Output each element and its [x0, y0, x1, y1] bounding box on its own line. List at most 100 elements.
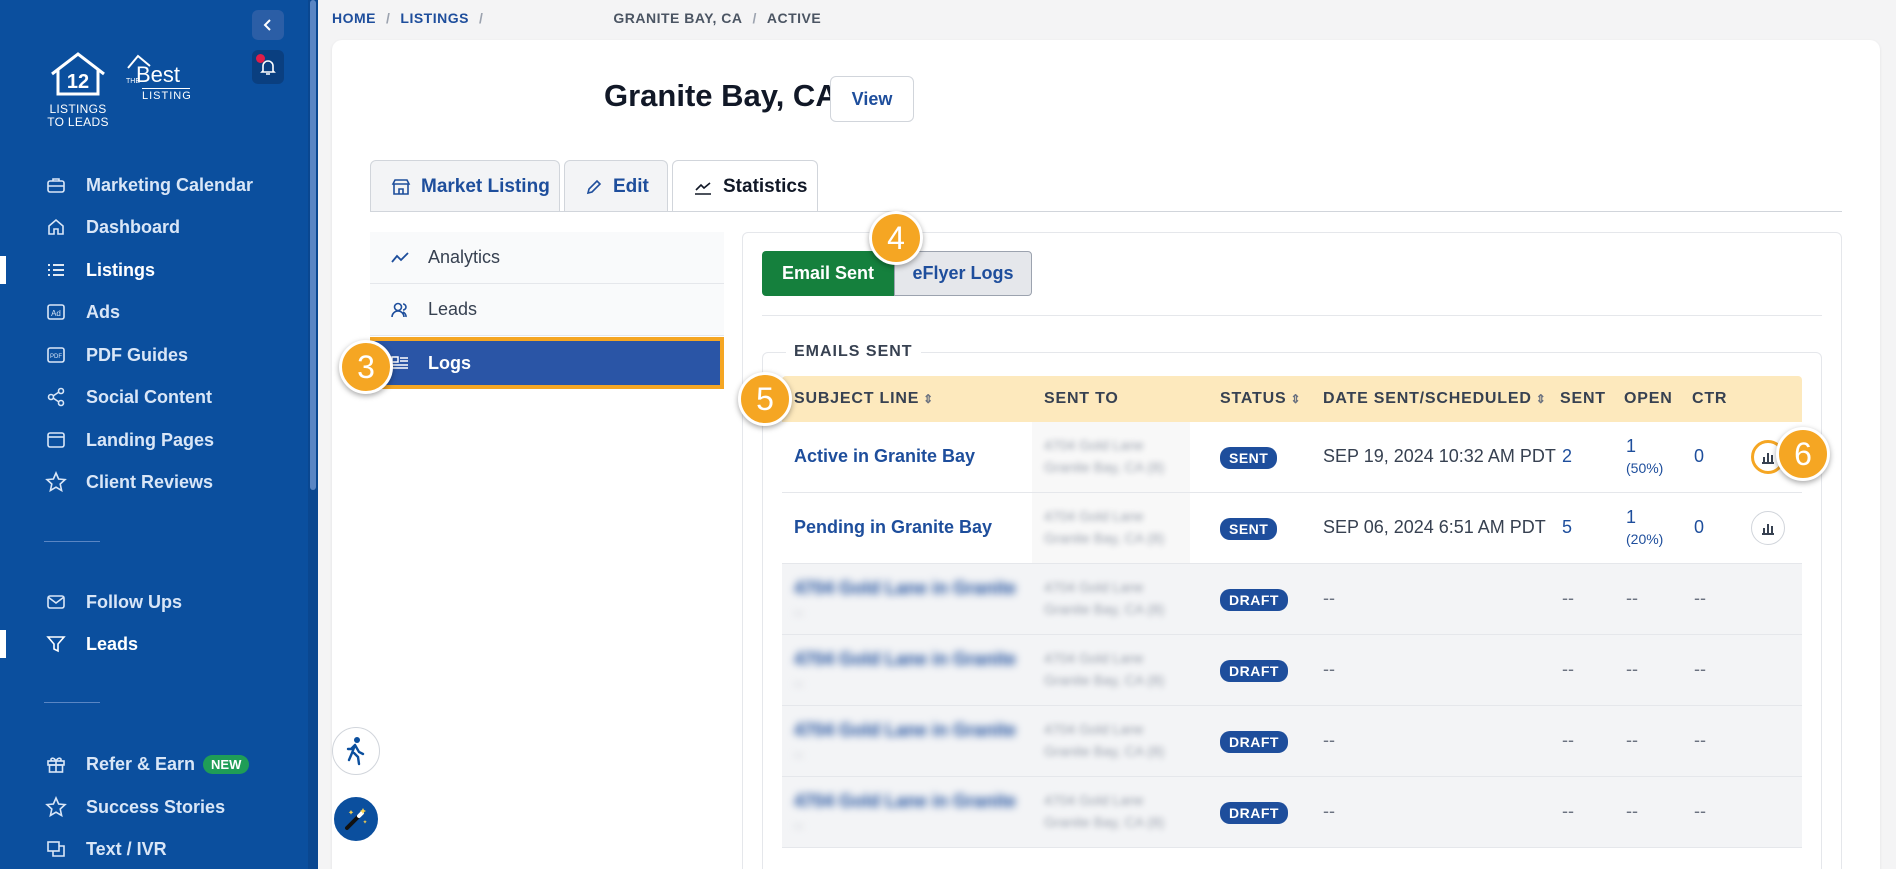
sidebar-item-success-stories[interactable]: Success Stories	[0, 789, 308, 825]
sent-to: 4704 Gold Lane Granite Bay, CA (8)	[1044, 579, 1165, 617]
sent-count: --	[1562, 659, 1574, 679]
view-button[interactable]: View	[830, 76, 914, 122]
sidebar-item-label: Landing Pages	[86, 429, 215, 450]
sidebar-item-social-content[interactable]: Social Content	[0, 379, 308, 415]
subject-link[interactable]: Active in Granite Bay	[794, 446, 975, 467]
table-row: 4704 Gold Lane in Granite -- 4704 Gold L…	[782, 635, 1802, 706]
step-marker-5: 5	[738, 372, 792, 426]
open-percent: (50%)	[1626, 460, 1664, 476]
users-icon	[390, 300, 410, 320]
subnav-analytics[interactable]: Analytics	[370, 232, 724, 284]
home-icon	[44, 215, 68, 239]
email-sent-button[interactable]: Email Sent	[762, 251, 894, 296]
gift-icon	[44, 752, 68, 776]
subject-link[interactable]: 4704 Gold Lane in Granite	[794, 791, 1016, 812]
subnav-leads[interactable]: Leads	[370, 284, 724, 336]
sidebar-item-label: Leads	[86, 633, 139, 654]
sidebar-item-marketing-calendar[interactable]: Marketing Calendar	[0, 167, 308, 203]
breadcrumb-listings[interactable]: LISTINGS	[400, 10, 469, 26]
step-marker-6: 6	[1776, 427, 1830, 481]
sidebar-item-client-reviews[interactable]: Client Reviews	[0, 464, 308, 500]
subject-subline: --	[794, 746, 804, 762]
house-logo-icon: 12	[51, 52, 105, 96]
sidebar-item-follow-ups[interactable]: Follow Ups	[0, 584, 308, 620]
share-icon	[44, 385, 68, 409]
breadcrumb-status: ACTIVE	[766, 10, 822, 26]
filter-icon	[44, 632, 68, 656]
chat-icon	[44, 837, 68, 861]
step-marker-3: 3	[339, 340, 393, 394]
accessibility-button[interactable]	[332, 727, 380, 775]
breadcrumb-spacer	[493, 10, 613, 26]
sidebar-item-pdf-guides[interactable]: PDF PDF Guides	[0, 337, 308, 373]
table-row: Pending in Granite Bay 4704 Gold Lane Gra…	[782, 493, 1802, 564]
listings-to-leads-logo[interactable]: 12 LISTINGS TO LEADS	[42, 50, 114, 129]
sidebar-item-ads[interactable]: Ad Ads	[0, 294, 308, 330]
sidebar-item-text-ivr[interactable]: Text / IVR	[0, 831, 308, 867]
sidebar-item-listings[interactable]: Listings	[0, 252, 308, 288]
ctr-value: 0	[1694, 446, 1705, 466]
col-sent: SENT	[1560, 390, 1606, 407]
breadcrumb-separator: /	[386, 10, 391, 26]
open-count: 1	[1626, 507, 1637, 527]
sidebar-item-leads[interactable]: Leads	[0, 626, 308, 662]
walking-person-icon	[346, 737, 365, 766]
col-status[interactable]: STATUS ⇕	[1220, 390, 1301, 408]
sidebar-item-landing-pages[interactable]: Landing Pages	[0, 422, 308, 458]
ctr-value: --	[1694, 801, 1706, 821]
sent-count: 2	[1562, 446, 1573, 466]
svg-text:PDF: PDF	[50, 354, 62, 360]
sent-to: 4704 Gold Lane Granite Bay, CA (8)	[1044, 437, 1165, 475]
magic-assist-button[interactable]	[332, 795, 380, 843]
ctr-value: --	[1694, 588, 1706, 608]
store-icon	[391, 177, 411, 197]
scrollbar-thumb[interactable]	[310, 0, 316, 490]
breadcrumb-separator: /	[478, 10, 484, 26]
status-badge: DRAFT	[1220, 731, 1288, 753]
col-subject-line[interactable]: SUBJECT LINE ⇕	[794, 390, 934, 408]
stats-chart-button[interactable]	[1751, 511, 1785, 545]
open-count: 1	[1626, 436, 1637, 456]
subject-link[interactable]: Pending in Granite Bay	[794, 517, 992, 538]
breadcrumb-home[interactable]: HOME	[332, 10, 376, 26]
sidebar-item-label: Marketing Calendar	[86, 174, 254, 195]
col-sent-to: SENT TO	[1044, 390, 1119, 407]
tab-statistics[interactable]: Statistics	[672, 160, 818, 212]
new-badge: NEW	[203, 755, 250, 775]
ad-icon: Ad	[44, 300, 68, 324]
subject-link[interactable]: 4704 Gold Lane in Granite	[794, 720, 1016, 741]
open-count: --	[1626, 588, 1638, 608]
subject-link[interactable]: 4704 Gold Lane in Granite	[794, 578, 1016, 599]
collapse-sidebar-button[interactable]	[252, 10, 284, 40]
tab-edit[interactable]: Edit	[564, 160, 668, 212]
sort-icon: ⇕	[1535, 392, 1547, 406]
status-badge: DRAFT	[1220, 660, 1288, 682]
sidebar-item-label: Success Stories	[86, 796, 226, 817]
sent-count: --	[1562, 801, 1574, 821]
sidebar-scrollbar[interactable]	[308, 0, 318, 869]
col-date[interactable]: DATE SENT/SCHEDULED ⇕	[1323, 390, 1547, 408]
sent-to: 4704 Gold Lane Granite Bay, CA (8)	[1044, 650, 1165, 688]
breadcrumb: HOME / LISTINGS / GRANITE BAY, CA / ACTI…	[332, 10, 821, 26]
sidebar-item-refer-earn[interactable]: Refer & Earn NEW	[0, 746, 308, 782]
eflyer-logs-button[interactable]: eFlyer Logs	[894, 251, 1032, 296]
subnav-label: Logs	[428, 352, 471, 373]
subject-subline: --	[794, 817, 804, 833]
trend-icon	[390, 248, 410, 268]
open-percent: (20%)	[1626, 531, 1664, 547]
the-best-listing-logo[interactable]: THE Best LISTING	[126, 54, 191, 102]
tab-market-listing[interactable]: Market Listing	[370, 160, 560, 212]
breadcrumb-separator: /	[752, 10, 757, 26]
notifications-button[interactable]	[252, 50, 284, 84]
sidebar-item-dashboard[interactable]: Dashboard	[0, 209, 308, 245]
open-count: --	[1626, 659, 1638, 679]
sidebar-item-label: Text / IVR	[86, 838, 167, 859]
pdf-icon: PDF	[44, 343, 68, 367]
subnav-logs[interactable]: Logs	[370, 337, 724, 389]
subject-link[interactable]: 4704 Gold Lane in Granite	[794, 649, 1016, 670]
sent-to: 4704 Gold Lane Granite Bay, CA (8)	[1044, 792, 1165, 830]
bar-chart-icon	[1762, 524, 1774, 535]
table-row: 4704 Gold Lane in Granite -- 4704 Gold L…	[782, 777, 1802, 848]
status-badge: DRAFT	[1220, 802, 1288, 824]
star-icon	[44, 795, 68, 819]
